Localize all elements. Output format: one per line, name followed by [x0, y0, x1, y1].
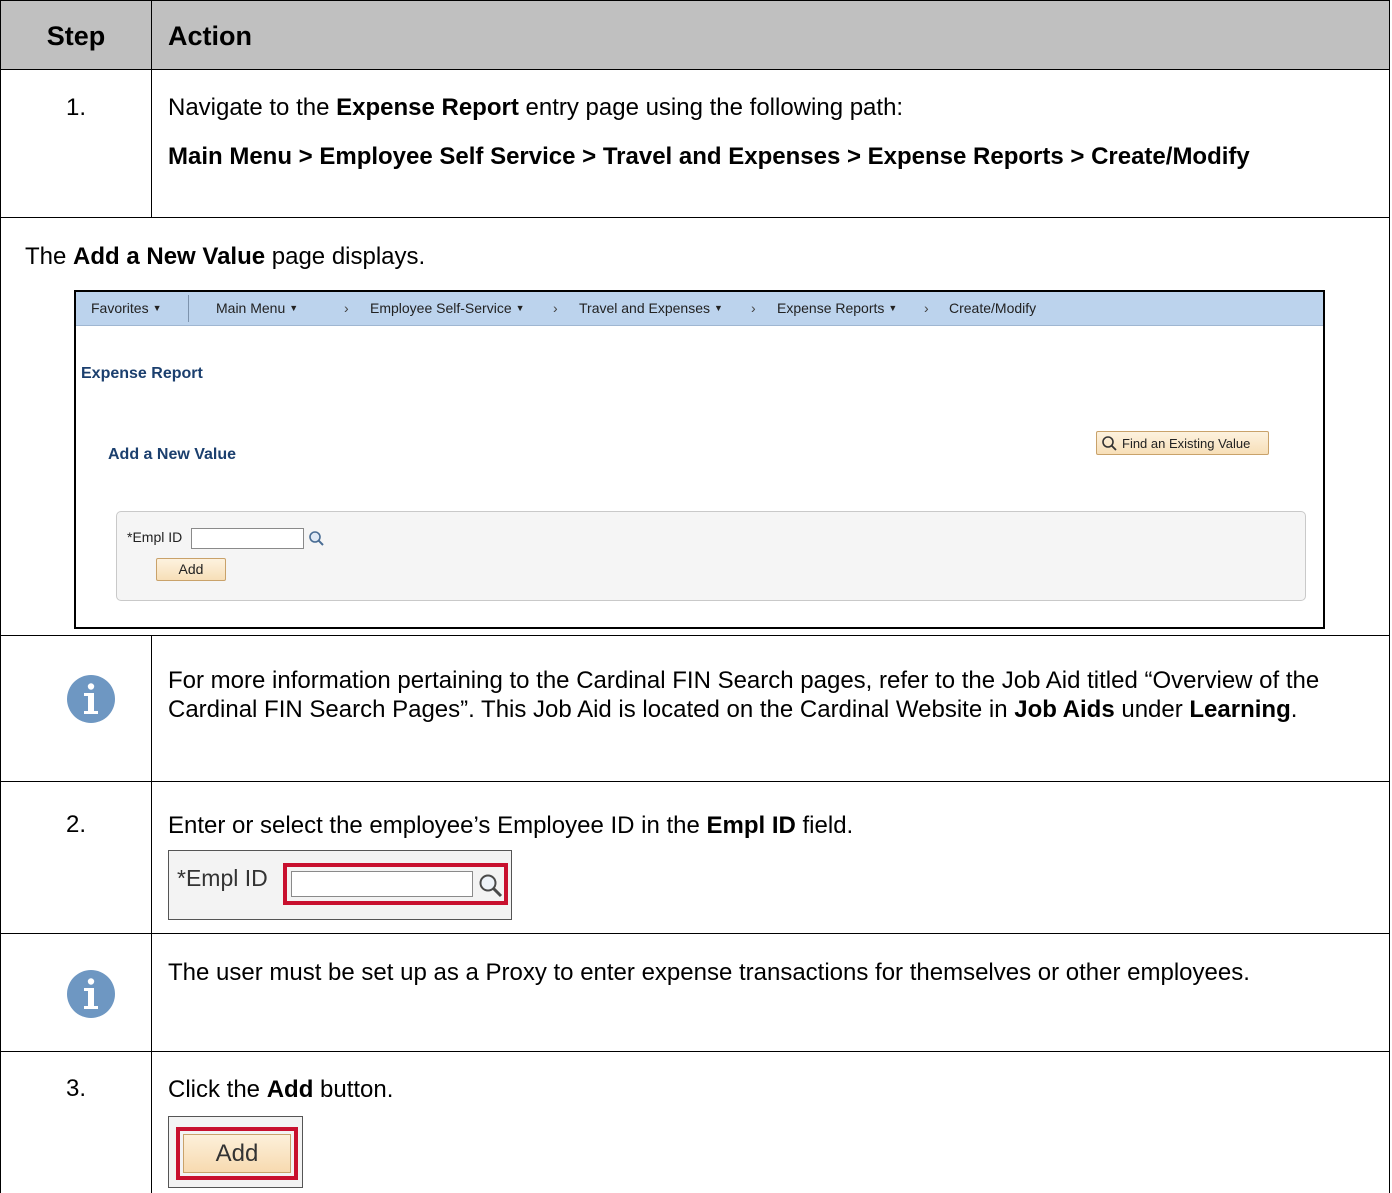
add-button[interactable]: Add	[156, 558, 226, 581]
lookup-icon[interactable]	[308, 530, 325, 547]
find-existing-value-button[interactable]: Find an Existing Value	[1096, 431, 1269, 455]
column-divider	[151, 1, 152, 69]
step-1-instruction: Navigate to the Expense Report entry pag…	[168, 94, 904, 121]
step-3-instruction: Click the Add button.	[168, 1076, 394, 1103]
expense-report-screenshot: Favorites ▼ Main Menu ▼ › Employee Self-Se…	[74, 290, 1325, 629]
proxy-note-row: The user must be set up as a Proxy to en…	[0, 934, 1390, 1052]
breadcrumb-chevron-icon: ›	[553, 300, 558, 316]
info-note-text: For more information pertaining to the C…	[168, 667, 1320, 723]
table-header: Step Action	[0, 0, 1390, 70]
caret-down-icon: ▼	[888, 303, 898, 313]
step-2-instruction: Enter or select the employee’s Employee …	[168, 812, 854, 839]
section-title: Add a New Value	[108, 446, 237, 463]
nav-main-menu[interactable]: Main Menu ▼	[216, 300, 298, 316]
page-title: Expense Report	[81, 365, 203, 382]
empl-id-label: *Empl ID	[177, 865, 268, 891]
lookup-icon[interactable]	[477, 872, 505, 900]
column-divider	[151, 1052, 152, 1193]
nav-separator	[188, 295, 189, 322]
empl-id-input[interactable]	[291, 871, 473, 897]
navigation-path: Main Menu > Employee Self Service > Trav…	[168, 143, 1250, 170]
highlight-box: Add	[176, 1127, 298, 1180]
caret-down-icon: ▼	[714, 303, 723, 313]
highlight-box	[283, 863, 508, 905]
nav-create-modify[interactable]: Create/Modify	[949, 300, 1036, 316]
breadcrumb-chevron-icon: ›	[344, 300, 349, 316]
column-divider	[151, 70, 152, 217]
navigation-bar: Favorites ▼ Main Menu ▼ › Employee Self-Se…	[76, 292, 1323, 326]
step-number: 1.	[65, 94, 86, 121]
add-button[interactable]: Add	[183, 1134, 291, 1173]
step-number: 2.	[65, 811, 86, 838]
nav-favorites[interactable]: Favorites ▼	[91, 300, 162, 316]
nav-employee-self-service[interactable]: Employee Self-Service ▼	[370, 300, 525, 316]
nav-expense-reports[interactable]: Expense Reports ▼	[777, 300, 897, 316]
action-column-header: Action	[168, 21, 252, 51]
empl-id-input[interactable]	[191, 528, 304, 549]
empl-id-field-screenshot: *Empl ID	[168, 850, 512, 920]
step-3-row: 3. Click the Add button. Add	[0, 1052, 1390, 1193]
expense-report-term: Expense Report	[336, 94, 519, 121]
caret-down-icon: ▼	[515, 303, 525, 313]
breadcrumb-chevron-icon: ›	[924, 300, 929, 316]
empl-id-label: *Empl ID	[127, 529, 183, 545]
step-1-row: 1. Navigate to the Expense Report entry …	[0, 70, 1390, 218]
caret-down-icon: ▼	[152, 303, 162, 313]
step-2-row: 2. Enter or select the employee’s Employ…	[0, 782, 1390, 934]
search-icon	[1102, 436, 1117, 451]
info-icon	[67, 675, 115, 723]
caret-down-icon: ▼	[289, 303, 299, 313]
step-number: 3.	[65, 1075, 86, 1102]
info-note-row: For more information pertaining to the C…	[0, 636, 1390, 782]
breadcrumb-chevron-icon: ›	[751, 300, 756, 316]
add-value-group-box: *Empl ID Add	[116, 511, 1306, 601]
column-divider	[151, 934, 152, 1051]
column-divider	[151, 782, 152, 933]
column-divider	[151, 636, 152, 781]
page-display-row: The Add a New Value page displays. Favor…	[0, 218, 1390, 636]
info-icon	[67, 970, 115, 1018]
add-button-screenshot: Add	[168, 1116, 303, 1188]
page-display-note: The Add a New Value page displays.	[25, 243, 426, 270]
nav-travel-and-expenses[interactable]: Travel and Expenses ▼	[579, 300, 723, 316]
step-column-header: Step	[46, 21, 106, 51]
proxy-note-text: The user must be set up as a Proxy to en…	[168, 959, 1250, 986]
